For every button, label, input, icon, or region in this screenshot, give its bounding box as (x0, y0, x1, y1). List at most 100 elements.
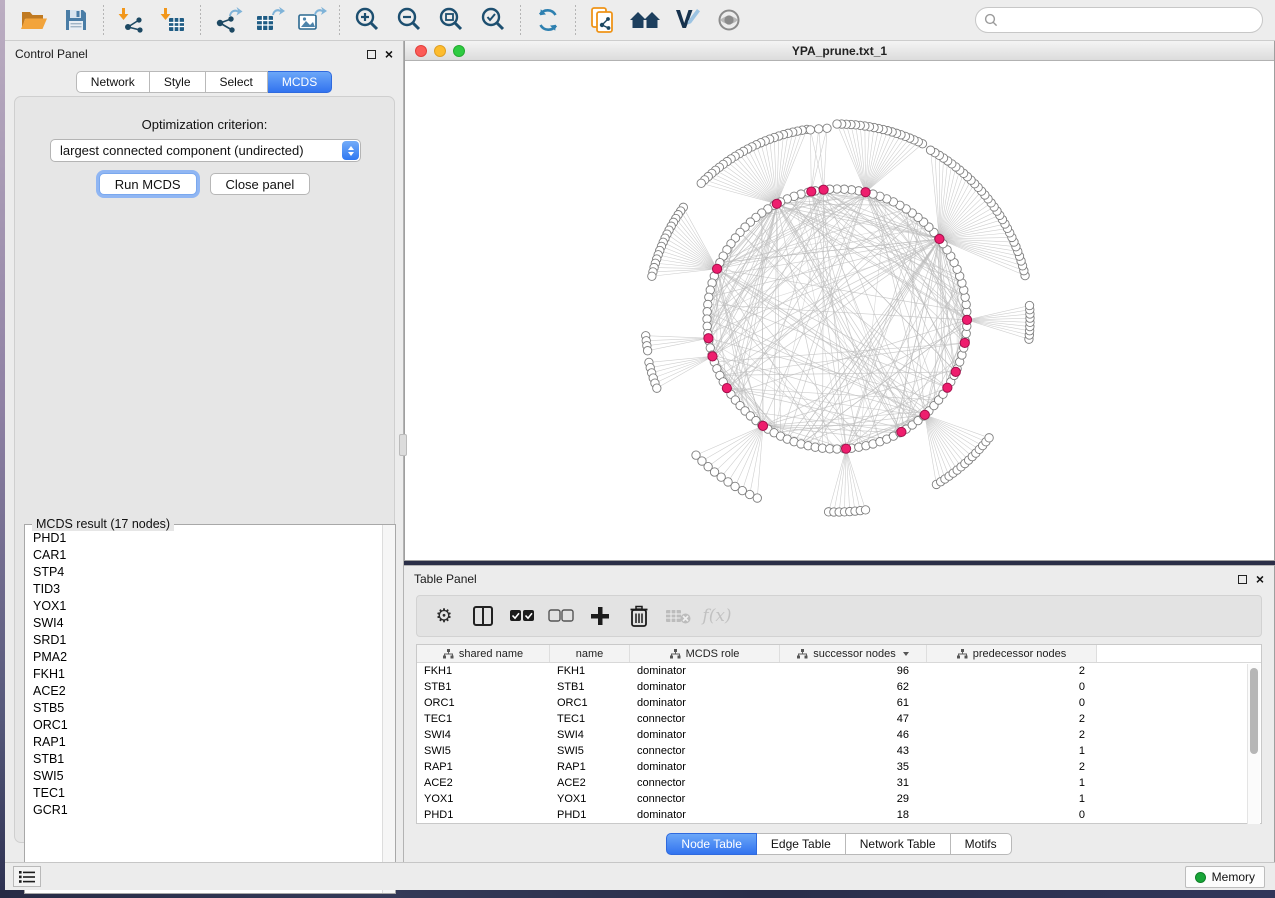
float-table-panel-icon[interactable] (1238, 575, 1247, 584)
table-row[interactable]: PHD1PHD1dominator180 (417, 807, 1261, 823)
mcds-result-item[interactable]: YOX1 (26, 597, 381, 614)
mcds-result-item[interactable]: TID3 (26, 580, 381, 597)
mcds-result-item[interactable]: FKH1 (26, 665, 381, 682)
export-network-icon[interactable] (211, 3, 245, 37)
network-node-dominator[interactable] (962, 315, 971, 324)
network-node-dominator[interactable] (819, 185, 828, 194)
tab-select[interactable]: Select (206, 71, 268, 93)
network-node[interactable] (926, 146, 934, 154)
network-node-dominator[interactable] (935, 234, 944, 243)
mcds-result-item[interactable]: STP4 (26, 563, 381, 580)
tab-node-table[interactable]: Node Table (666, 833, 757, 855)
tab-network[interactable]: Network (76, 71, 150, 93)
close-panel-icon[interactable]: × (385, 49, 393, 59)
network-node[interactable] (833, 120, 841, 128)
column-header-MCDS-role[interactable]: MCDS role (630, 645, 780, 662)
delete-icon[interactable] (624, 601, 654, 631)
mcds-result-item[interactable]: SWI5 (26, 767, 381, 784)
mcds-result-item[interactable]: SWI4 (26, 614, 381, 631)
network-node[interactable] (653, 384, 661, 392)
network-node[interactable] (814, 125, 822, 133)
column-header-successor-nodes[interactable]: successor nodes (780, 645, 927, 662)
run-mcds-button[interactable]: Run MCDS (99, 173, 197, 195)
export-table-icon[interactable] (253, 3, 287, 37)
tab-style[interactable]: Style (150, 71, 206, 93)
mcds-result-item[interactable]: ACE2 (26, 682, 381, 699)
network-node-dominator[interactable] (951, 367, 960, 376)
network-node[interactable] (697, 179, 705, 187)
split-columns-icon[interactable] (468, 601, 498, 631)
settings-gear-icon[interactable]: ⚙ (429, 601, 459, 631)
network-node-dominator[interactable] (897, 427, 906, 436)
network-node[interactable] (648, 272, 656, 280)
clone-network-icon[interactable] (586, 3, 620, 37)
column-header-predecessor-nodes[interactable]: predecessor nodes (927, 645, 1097, 662)
mcds-list-scrollbar[interactable] (382, 525, 395, 893)
network-node[interactable] (806, 126, 814, 134)
table-row[interactable]: ACE2ACE2connector311 (417, 775, 1261, 791)
table-row[interactable]: FKH1FKH1dominator962 (417, 663, 1261, 679)
network-window-titlebar[interactable]: YPA_prune.txt_1 (405, 41, 1274, 61)
mcds-result-list[interactable]: PHD1CAR1STP4TID3YOX1SWI4SRD1PMA2FKH1ACE2… (26, 529, 381, 892)
deselect-all-icon[interactable] (546, 601, 576, 631)
zoom-in-icon[interactable] (350, 3, 384, 37)
add-icon[interactable] (585, 601, 615, 631)
mcds-result-item[interactable]: RAP1 (26, 733, 381, 750)
network-node-dominator[interactable] (722, 383, 731, 392)
open-folder-icon[interactable] (17, 3, 51, 37)
network-node[interactable] (823, 124, 831, 132)
network-node-dominator[interactable] (920, 410, 929, 419)
network-node-dominator[interactable] (758, 421, 767, 430)
table-scrollbar-thumb[interactable] (1250, 668, 1258, 754)
window-minimize-icon[interactable] (434, 45, 446, 57)
network-node[interactable] (753, 494, 761, 502)
mcds-result-item[interactable]: STB1 (26, 750, 381, 767)
mcds-result-item[interactable]: PHD1 (26, 529, 381, 546)
mcds-result-item[interactable]: TEC1 (26, 784, 381, 801)
network-node-dominator[interactable] (772, 199, 781, 208)
network-node[interactable] (861, 506, 869, 514)
memory-button[interactable]: Memory (1185, 866, 1265, 888)
close-panel-button[interactable]: Close panel (210, 173, 311, 195)
save-icon[interactable] (59, 3, 93, 37)
network-node[interactable] (643, 346, 651, 354)
vertical-splitter-handle[interactable] (399, 434, 407, 456)
float-panel-icon[interactable] (367, 50, 376, 59)
table-row[interactable]: SWI5SWI5connector431 (417, 743, 1261, 759)
network-node-dominator[interactable] (841, 444, 850, 453)
refresh-icon[interactable] (531, 3, 565, 37)
table-row[interactable]: ORC1ORC1dominator610 (417, 695, 1261, 711)
column-header-shared-name[interactable]: shared name (417, 645, 550, 662)
zoom-out-icon[interactable] (392, 3, 426, 37)
network-node-dominator[interactable] (704, 334, 713, 343)
import-table-icon[interactable] (156, 3, 190, 37)
mcds-result-item[interactable]: SRD1 (26, 631, 381, 648)
network-node-dominator[interactable] (960, 338, 969, 347)
zoom-selected-icon[interactable] (476, 3, 510, 37)
network-node-dominator[interactable] (943, 383, 952, 392)
search-input[interactable] (975, 7, 1263, 33)
table-row[interactable]: SWI4SWI4dominator462 (417, 727, 1261, 743)
window-close-icon[interactable] (415, 45, 427, 57)
network-node-dominator[interactable] (861, 188, 870, 197)
tab-network-table[interactable]: Network Table (846, 833, 951, 855)
network-node-dominator[interactable] (708, 352, 717, 361)
table-row[interactable]: RAP1RAP1dominator352 (417, 759, 1261, 775)
table-scrollbar[interactable] (1247, 664, 1260, 824)
network-node[interactable] (985, 434, 993, 442)
close-table-panel-icon[interactable]: × (1256, 574, 1264, 584)
tab-mcds[interactable]: MCDS (268, 71, 332, 93)
optimization-criterion-select[interactable]: largest connected component (undirected) (50, 139, 361, 162)
session-home-icon[interactable] (628, 3, 662, 37)
zoom-fit-icon[interactable] (434, 3, 468, 37)
network-canvas[interactable] (405, 61, 1274, 559)
mcds-result-item[interactable]: GCR1 (26, 801, 381, 818)
table-row[interactable]: STB1STB1dominator620 (417, 679, 1261, 695)
show-hide-icon[interactable] (712, 3, 746, 37)
mcds-result-item[interactable]: ORC1 (26, 716, 381, 733)
column-header-name[interactable]: name (550, 645, 630, 662)
window-zoom-icon[interactable] (453, 45, 465, 57)
mcds-result-item[interactable]: STB5 (26, 699, 381, 716)
network-node-dominator[interactable] (712, 264, 721, 273)
network-node[interactable] (746, 490, 754, 498)
